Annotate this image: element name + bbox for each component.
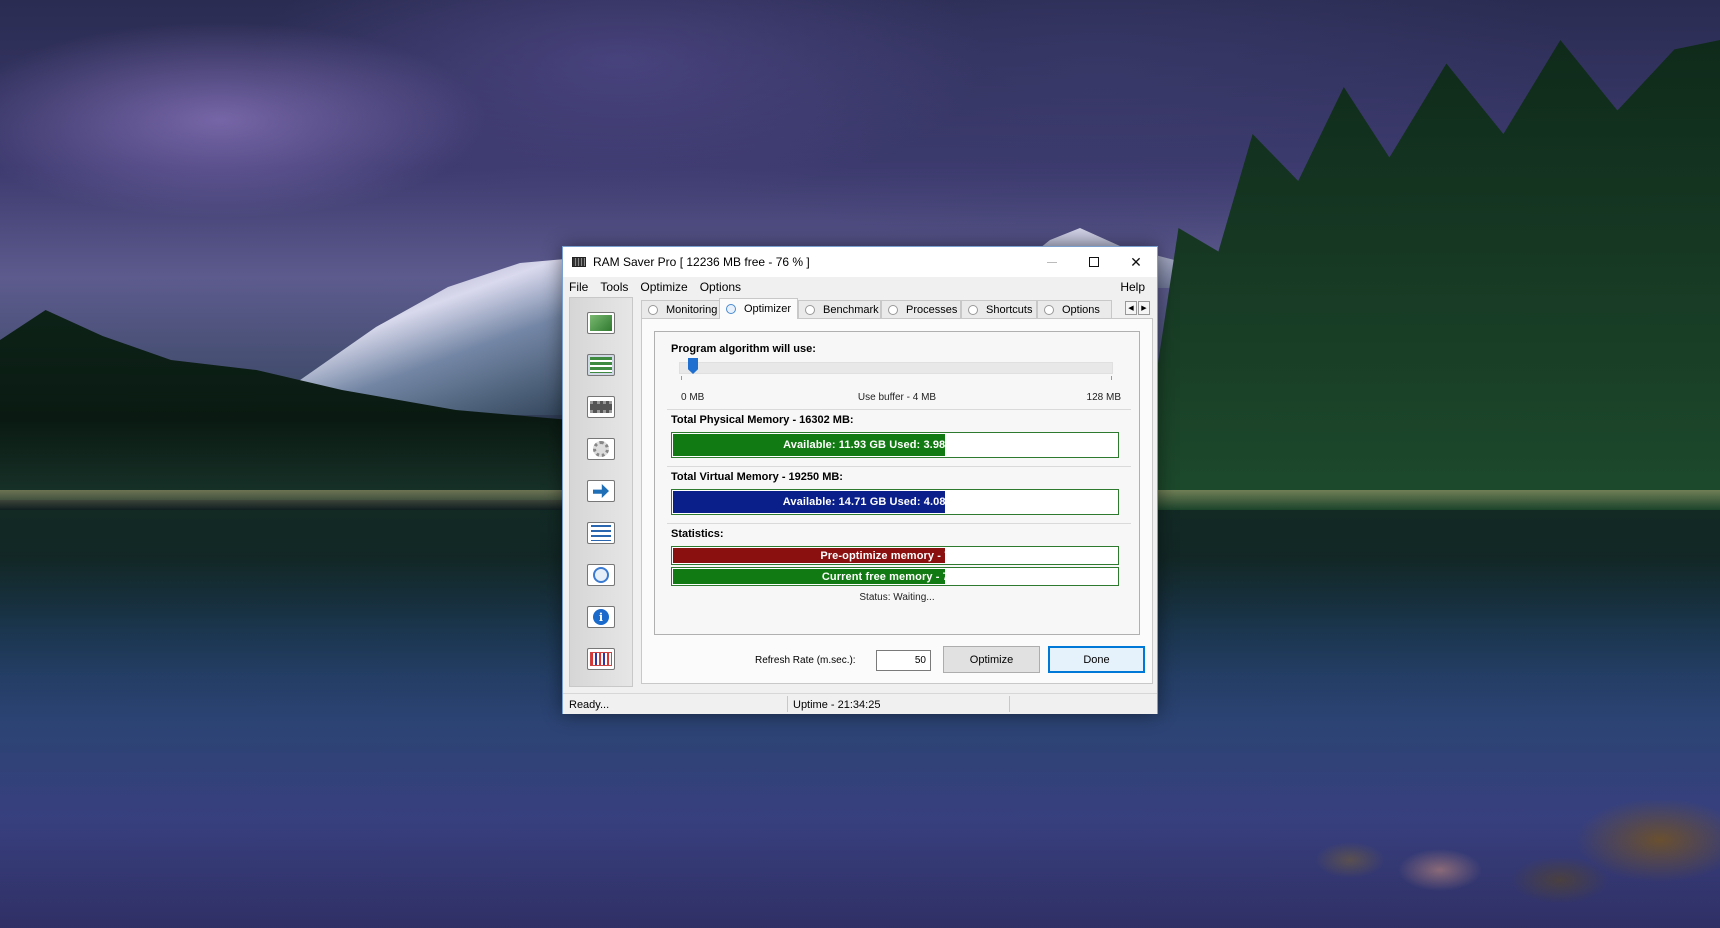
sidebar: i: [569, 297, 633, 687]
tab-options[interactable]: Options: [1037, 300, 1112, 318]
tab-radio-icon: [726, 304, 736, 314]
refresh-rate-input[interactable]: 50: [876, 650, 931, 671]
tab-monitoring[interactable]: Monitoring: [641, 300, 720, 318]
section-divider: [667, 523, 1131, 524]
ram-saver-window: RAM Saver Pro [ 12236 MB free - 76 % ] ✕…: [562, 246, 1158, 714]
menu-file[interactable]: File: [563, 280, 594, 294]
close-icon: ✕: [1130, 253, 1142, 270]
menu-bar: File Tools Optimize Options Help: [563, 277, 1157, 297]
virtual-memory-bar: Available: 14.71 GB Used: 4.085 GB - 76 …: [671, 489, 1119, 515]
report-mail-icon: [590, 652, 612, 666]
wallpaper-mountain: [250, 255, 610, 415]
sidebar-processes-button[interactable]: [587, 438, 615, 460]
window-title: RAM Saver Pro [ 12236 MB free - 76 % ]: [593, 255, 810, 269]
menu-optimize[interactable]: Optimize: [634, 280, 693, 294]
virtual-memory-text: Available: 14.71 GB Used: 4.085 GB - 76 …: [782, 496, 1008, 508]
sidebar-options-button[interactable]: [587, 522, 615, 544]
minimize-icon: [1047, 261, 1057, 263]
menu-tools[interactable]: Tools: [594, 280, 634, 294]
tab-radio-icon: [1044, 304, 1054, 315]
pre-optimize-bar: Pre-optimize memory - 76 %: [671, 546, 1119, 565]
tab-radio-icon: [648, 304, 658, 315]
ram-app-icon: [572, 257, 586, 267]
sidebar-info-button[interactable]: i: [587, 606, 615, 628]
bottom-controls: Refresh Rate (m.sec.): 50 Optimize Done: [641, 646, 1153, 676]
tab-label: Benchmark: [823, 303, 879, 316]
tab-scroll-right-button[interactable]: ▶: [1138, 301, 1150, 315]
sidebar-shortcuts-button[interactable]: [587, 480, 615, 502]
status-bar: Ready... Uptime - 21:34:25: [563, 693, 1157, 714]
maximize-button[interactable]: [1073, 247, 1115, 277]
buffer-slider-track[interactable]: [679, 362, 1113, 374]
options-list-icon: [591, 525, 611, 541]
tab-label: Optimizer: [744, 303, 792, 315]
section-divider: [667, 466, 1131, 467]
sidebar-scheduler-button[interactable]: [587, 564, 615, 586]
optimize-button[interactable]: Optimize: [943, 646, 1040, 673]
menu-options[interactable]: Options: [694, 280, 747, 294]
status-divider: [787, 696, 788, 712]
current-free-bar: Current free memory - 76 %: [671, 567, 1119, 586]
shortcuts-arrow-icon: [593, 484, 609, 498]
status-ready: Ready...: [569, 698, 610, 711]
memory-chip-icon: [590, 401, 612, 413]
pre-optimize-text: Pre-optimize memory - 76 %: [820, 549, 970, 562]
menu-help[interactable]: Help: [1114, 280, 1151, 294]
done-button[interactable]: Done: [1048, 646, 1145, 673]
optimizer-list-icon: [590, 357, 612, 373]
tab-scroll-left-button[interactable]: ◀: [1125, 301, 1137, 315]
slider-max-label: 128 MB: [1086, 392, 1121, 403]
scheduler-clock-icon: [593, 567, 609, 583]
sidebar-monitoring-button[interactable]: [587, 312, 615, 334]
chevron-right-icon: ▶: [1141, 305, 1147, 312]
monitoring-chart-icon: [590, 315, 612, 331]
chevron-left-icon: ◀: [1128, 305, 1134, 312]
statistics-title: Statistics:: [671, 528, 724, 540]
algorithm-title: Program algorithm will use:: [671, 343, 816, 355]
tab-label: Options: [1062, 303, 1100, 316]
info-icon: i: [593, 609, 609, 625]
wallpaper-rocks: [1260, 800, 1720, 928]
virtual-memory-title: Total Virtual Memory - 19250 MB:: [671, 471, 843, 483]
tab-benchmark[interactable]: Benchmark: [798, 300, 881, 318]
tab-optimizer[interactable]: Optimizer: [719, 298, 798, 319]
status-divider: [1009, 696, 1010, 712]
tab-label: Processes: [906, 303, 958, 316]
refresh-rate-label: Refresh Rate (m.sec.):: [755, 655, 856, 666]
wallpaper-forest-right: [1150, 40, 1720, 510]
status-uptime: Uptime - 21:34:25: [793, 698, 881, 711]
close-button[interactable]: ✕: [1115, 247, 1157, 277]
section-divider: [667, 409, 1131, 410]
maximize-icon: [1089, 257, 1099, 267]
minimize-button[interactable]: [1031, 247, 1073, 277]
tab-bar: Monitoring Optimizer Benchmark Processes…: [641, 298, 1153, 319]
slider-buffer-label: Use buffer - 4 MB: [857, 392, 937, 403]
slider-tick: [1111, 376, 1112, 380]
optimizer-group: Program algorithm will use: 0 MB Use buf…: [654, 331, 1140, 635]
tab-label: Shortcuts: [986, 303, 1033, 316]
title-bar[interactable]: RAM Saver Pro [ 12236 MB free - 76 % ] ✕: [563, 247, 1157, 277]
sidebar-report-button[interactable]: [587, 648, 615, 670]
window-controls: ✕: [1031, 247, 1157, 277]
slider-tick: [681, 376, 682, 380]
physical-memory-text: Available: 11.93 GB Used: 3.985 GB - 76 …: [783, 439, 1007, 451]
optimizer-panel: Program algorithm will use: 0 MB Use buf…: [641, 318, 1153, 684]
physical-memory-bar: Available: 11.93 GB Used: 3.985 GB - 76 …: [671, 432, 1119, 458]
tab-radio-icon: [968, 304, 978, 315]
tab-radio-icon: [805, 304, 815, 315]
tab-label: Monitoring: [666, 303, 718, 316]
physical-memory-title: Total Physical Memory - 16302 MB:: [671, 414, 854, 426]
current-free-text: Current free memory - 76 %: [821, 570, 969, 583]
tab-shortcuts[interactable]: Shortcuts: [961, 300, 1037, 318]
tab-processes[interactable]: Processes: [881, 300, 961, 318]
status-text: Status: Waiting...: [859, 592, 935, 603]
processes-gear-icon: [593, 441, 609, 457]
wallpaper-forest-left: [0, 310, 570, 500]
sidebar-memory-button[interactable]: [587, 396, 615, 418]
tab-radio-icon: [888, 304, 898, 315]
sidebar-optimizer-button[interactable]: [587, 354, 615, 376]
